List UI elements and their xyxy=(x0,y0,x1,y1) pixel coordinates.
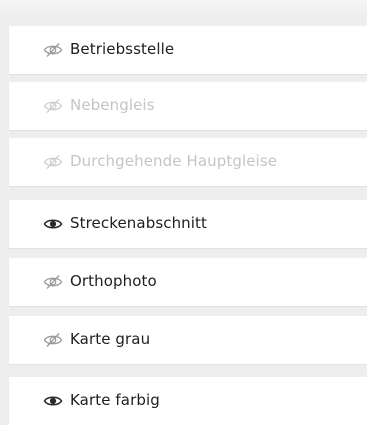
eye-slash-icon[interactable] xyxy=(43,41,63,59)
layer-label-nebengleis: Nebengleis xyxy=(70,96,155,114)
layer-label-karte-farbig: Karte farbig xyxy=(70,391,160,409)
layer-label-orthophoto: Orthophoto xyxy=(70,272,157,290)
eye-slash-icon[interactable] xyxy=(43,273,63,291)
layer-label-durchgehende-hauptgleise: Durchgehende Hauptgleise xyxy=(70,152,278,170)
eye-slash-icon[interactable] xyxy=(43,153,63,171)
layer-row-streckenabschnitt[interactable]: Streckenabschnitt xyxy=(9,200,367,248)
layer-label-karte-grau: Karte grau xyxy=(70,330,151,348)
eye-icon[interactable] xyxy=(43,215,63,233)
panel-top-strip xyxy=(0,0,367,20)
eye-slash-icon[interactable] xyxy=(43,97,63,115)
layer-row-karte-grau[interactable]: Karte grau xyxy=(9,316,367,364)
layer-row-karte-farbig[interactable]: Karte farbig xyxy=(9,377,367,425)
eye-icon[interactable] xyxy=(43,392,63,410)
layer-label-streckenabschnitt: Streckenabschnitt xyxy=(70,214,208,232)
layer-row-nebengleis[interactable]: Nebengleis xyxy=(9,82,367,130)
layer-label-betriebsstelle: Betriebsstelle xyxy=(70,40,175,58)
layer-row-orthophoto[interactable]: Orthophoto xyxy=(9,258,367,306)
layer-row-durchgehende-hauptgleise[interactable]: Durchgehende Hauptgleise xyxy=(9,138,367,186)
layer-row-betriebsstelle[interactable]: Betriebsstelle xyxy=(9,26,367,74)
layer-list-panel: Betriebsstelle Nebengleis Durchgehende H… xyxy=(0,0,367,425)
eye-slash-icon[interactable] xyxy=(43,331,63,349)
